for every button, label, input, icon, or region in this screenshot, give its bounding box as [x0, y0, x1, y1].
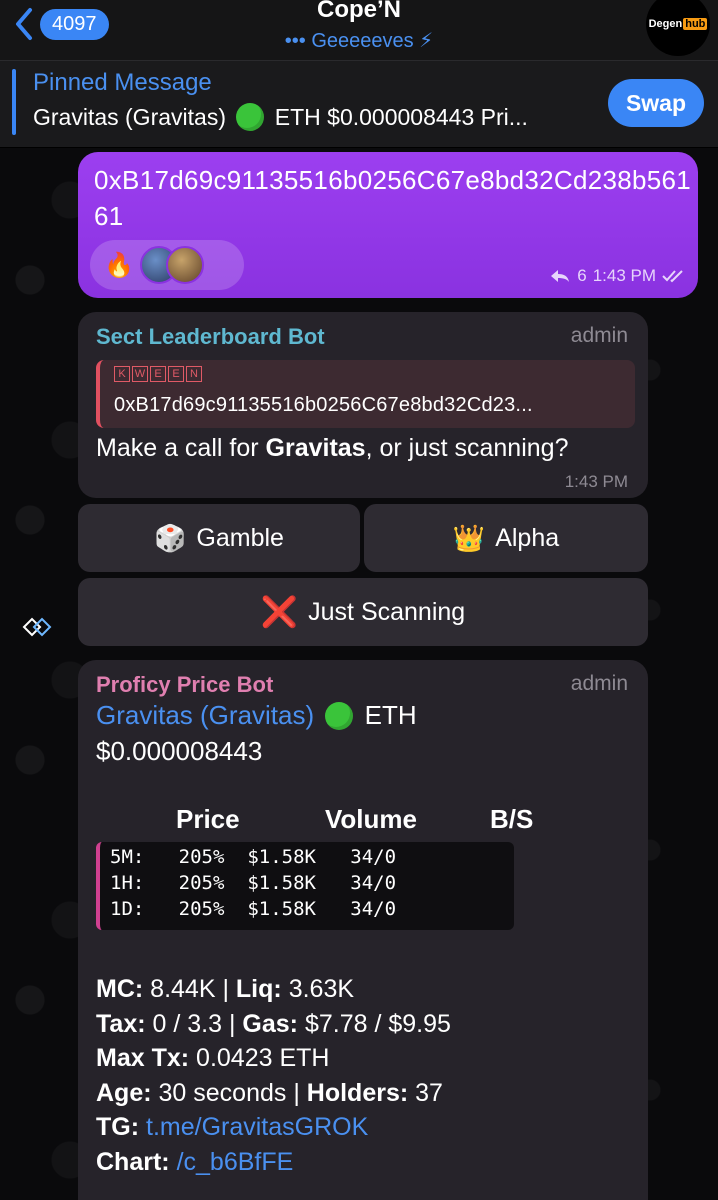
mc-liq-line: MC: 8.44K | Liq: 3.63K: [96, 975, 355, 1003]
price-bot-message[interactable]: Proficy Price Bot admin Gravitas (Gravit…: [78, 660, 648, 1200]
just-scanning-label: Just Scanning: [308, 597, 466, 626]
tg-link[interactable]: t.me/GravitasGROK: [146, 1113, 368, 1141]
dice-icon: 🎲: [154, 522, 187, 553]
pinned-label: Pinned Message: [33, 69, 212, 96]
reply-count: 6: [577, 266, 587, 285]
chart-line: Chart: /c_b6BfFE: [96, 1147, 294, 1176]
fire-reaction-icon: 🔥: [104, 251, 134, 279]
pinned-message-bar[interactable]: Pinned Message Gravitas (Gravitas) ETH $…: [0, 60, 718, 148]
message-text: 0xB17d69c91135516b0256C67e8bd32Cd238b561…: [94, 165, 692, 231]
table-row: 1D: 205% $1.58K 34/0: [110, 898, 397, 920]
crown-icon: 👑: [452, 522, 486, 553]
message-meta: 6 1:43 PM: [549, 266, 686, 286]
tax-gas-line: Tax: 0 / 3.3 | Gas: $7.78 / $9.95: [96, 1009, 451, 1038]
quote-badge: KWEEN: [114, 366, 202, 382]
table-row: 5M: 205% $1.58K 34/0: [110, 846, 397, 868]
age-holders-line: Age: 30 seconds | Holders: 37: [96, 1078, 443, 1107]
quote-text: 0xB17d69c91135516b0256C67e8bd32Cd23...: [114, 394, 533, 416]
reply-quote[interactable]: KWEEN 0xB17d69c91135516b0256C67e8bd32Cd2…: [96, 360, 635, 428]
token-link[interactable]: Gravitas (Gravitas): [96, 700, 314, 730]
admin-tag: admin: [570, 672, 628, 695]
avatar-logo: Degen hub: [648, 18, 708, 30]
chat-title[interactable]: Cope’N: [0, 0, 718, 24]
gamble-label: Gamble: [196, 523, 284, 552]
sender-name[interactable]: Sect Leaderboard Bot: [96, 324, 325, 350]
message-time: 1:43 PM: [564, 472, 628, 491]
alpha-label: Alpha: [495, 523, 560, 552]
token-stats: MC: 8.44K | Liq: 3.63K Tax: 0 / 3.3 | Ga…: [96, 972, 451, 1179]
pinned-indicator: [12, 69, 16, 135]
leaderboard-bot-message[interactable]: Sect Leaderboard Bot admin KWEEN 0xB17d6…: [78, 312, 648, 498]
table-header-price: Price: [176, 804, 240, 834]
chat-header: 4097 Cope’N ••• Geeeeeves ⚡ Degen hub: [0, 0, 718, 60]
outgoing-message[interactable]: 0xB17d69c91135516b0256C67e8bd32Cd238b561…: [78, 152, 698, 298]
cross-mark-icon: ❌: [260, 595, 299, 629]
just-scanning-button[interactable]: ❌ Just Scanning: [78, 578, 648, 646]
tg-line: TG: t.me/GravitasGROK: [96, 1113, 369, 1141]
double-check-icon: [662, 270, 683, 283]
chart-link[interactable]: /c_b6BfFE: [177, 1148, 294, 1176]
pinned-text: Gravitas (Gravitas) ETH $0.000008443 Pri…: [33, 103, 528, 131]
message-text: Make a call for Gravitas, or just scanni…: [96, 434, 569, 462]
reactor-avatar: [165, 246, 204, 284]
table-header-volume: Volume: [325, 804, 417, 834]
diamond-forward-icon[interactable]: [20, 610, 54, 644]
token-line: Gravitas (Gravitas) ETH: [96, 700, 417, 731]
stats-code-block[interactable]: 5M: 205% $1.58K 34/0 1H: 205% $1.58K 34/…: [96, 842, 514, 930]
reply-arrow-icon: [551, 270, 570, 282]
sender-name[interactable]: Proficy Price Bot: [96, 672, 273, 698]
table-header-bs: B/S: [490, 804, 534, 834]
green-circle-icon: [236, 103, 265, 131]
swap-button[interactable]: Swap: [608, 79, 704, 127]
chat-subtitle: ••• Geeeeeves ⚡: [284, 30, 434, 52]
chain-label: ETH: [364, 700, 417, 730]
table-row: 1H: 205% $1.58K 34/0: [110, 872, 397, 894]
green-circle-icon: [325, 702, 354, 730]
message-time: 1:43 PM: [592, 266, 656, 285]
max-tx-line: Max Tx: 0.0423 ETH: [96, 1044, 330, 1072]
admin-tag: admin: [570, 324, 628, 347]
reactions-bar[interactable]: 🔥: [90, 240, 244, 290]
token-price: $0.000008443: [96, 736, 263, 766]
alpha-button[interactable]: 👑 Alpha: [364, 504, 648, 572]
gamble-button[interactable]: 🎲 Gamble: [78, 504, 360, 572]
